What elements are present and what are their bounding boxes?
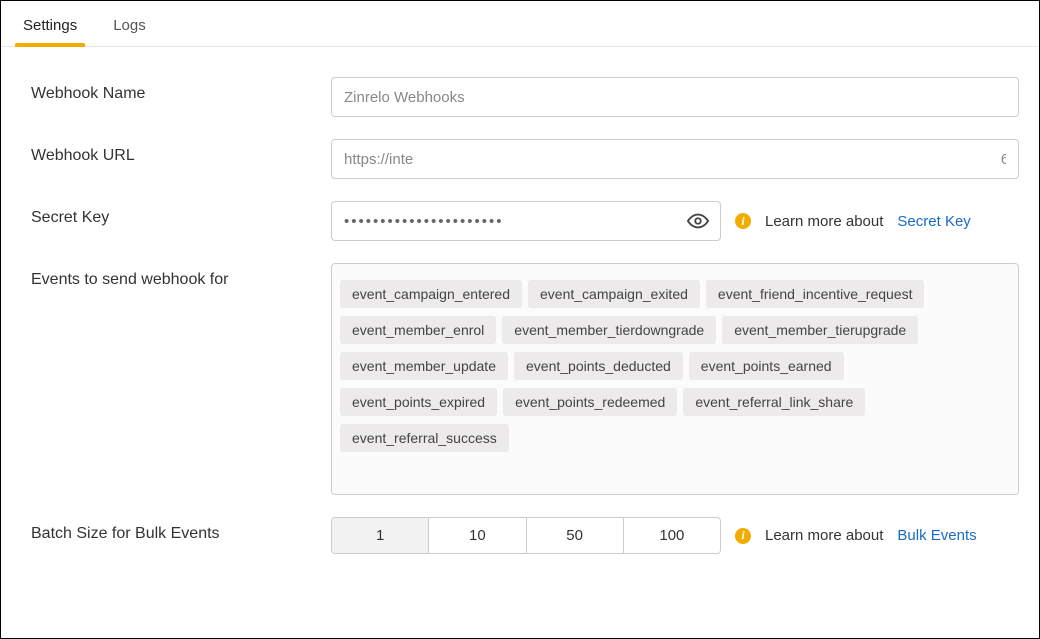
row-batch-size: Batch Size for Bulk Events 11050100 i Le…: [31, 517, 1019, 554]
event-chip[interactable]: event_referral_success: [340, 424, 509, 452]
batch-size-option[interactable]: 100: [624, 518, 720, 553]
form-content: Webhook Name Webhook URL Secret Key: [1, 47, 1039, 596]
row-webhook-url: Webhook URL: [31, 139, 1019, 179]
eye-icon: [687, 210, 709, 232]
events-box: event_campaign_enteredevent_campaign_exi…: [331, 263, 1019, 495]
bulk-events-learn-link[interactable]: Bulk Events: [897, 527, 976, 544]
event-chip[interactable]: event_member_enrol: [340, 316, 496, 344]
events-scroll[interactable]: event_campaign_enteredevent_campaign_exi…: [332, 264, 1018, 476]
info-icon: i: [735, 528, 751, 544]
row-webhook-name: Webhook Name: [31, 77, 1019, 117]
info-icon: i: [735, 213, 751, 229]
tab-settings[interactable]: Settings: [21, 11, 79, 46]
batch-size-option[interactable]: 50: [527, 518, 624, 553]
event-chip[interactable]: event_campaign_exited: [528, 280, 700, 308]
batch-learn-text: Learn more about: [765, 527, 883, 544]
input-webhook-name[interactable]: [331, 77, 1019, 117]
event-chip[interactable]: event_points_redeemed: [503, 388, 677, 416]
secret-learn-text: Learn more about: [765, 213, 883, 230]
batch-size-option[interactable]: 1: [332, 518, 429, 553]
event-chip[interactable]: event_referral_link_share: [683, 388, 865, 416]
event-chip[interactable]: event_friend_incentive_request: [706, 280, 925, 308]
batch-size-segmented: 11050100: [331, 517, 721, 554]
label-events: Events to send webhook for: [31, 263, 311, 289]
row-events: Events to send webhook for event_campaig…: [31, 263, 1019, 495]
event-chip[interactable]: event_member_tierdowngrade: [502, 316, 716, 344]
secret-key-learn-link[interactable]: Secret Key: [897, 213, 970, 230]
tab-logs[interactable]: Logs: [111, 11, 148, 46]
event-chip[interactable]: event_points_expired: [340, 388, 497, 416]
event-chip[interactable]: event_member_update: [340, 352, 508, 380]
app-frame: Settings Logs Webhook Name Webhook URL S…: [0, 0, 1040, 639]
toggle-secret-visibility-button[interactable]: [683, 206, 713, 236]
event-chip[interactable]: event_member_tierupgrade: [722, 316, 918, 344]
events-horizontal-scrollbar[interactable]: [332, 476, 1018, 494]
tab-bar: Settings Logs: [1, 1, 1039, 47]
label-secret-key: Secret Key: [31, 201, 311, 227]
row-secret-key: Secret Key i Learn more about Secret Key: [31, 201, 1019, 241]
label-webhook-url: Webhook URL: [31, 139, 311, 165]
event-chip[interactable]: event_campaign_entered: [340, 280, 522, 308]
label-webhook-name: Webhook Name: [31, 77, 311, 103]
batch-size-option[interactable]: 10: [429, 518, 526, 553]
input-webhook-url[interactable]: [331, 139, 1019, 179]
label-batch-size: Batch Size for Bulk Events: [31, 517, 311, 543]
event-chip[interactable]: event_points_deducted: [514, 352, 683, 380]
input-secret-key[interactable]: [331, 201, 721, 241]
event-chip[interactable]: event_points_earned: [689, 352, 844, 380]
